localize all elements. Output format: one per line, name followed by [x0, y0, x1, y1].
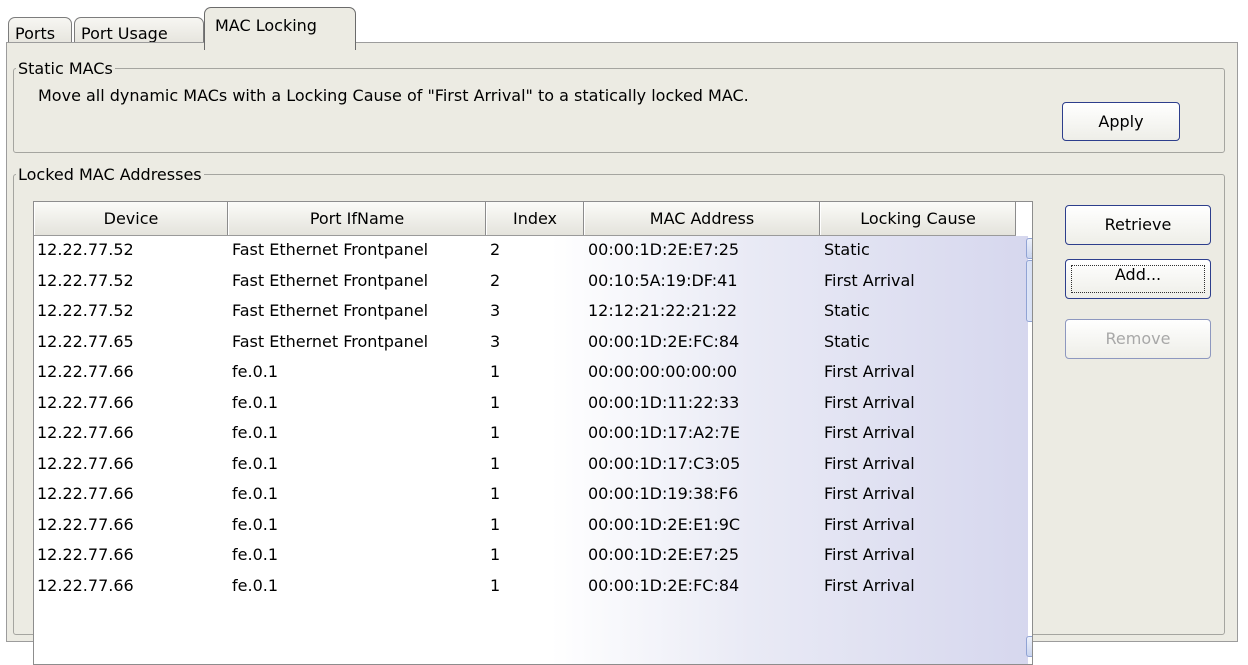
cell-device: 12.22.77.52 [37, 240, 134, 259]
tab-label: Port Usage [81, 24, 168, 43]
chevron-up-icon[interactable]: ▲ [1026, 238, 1032, 259]
cell-locking-cause: First Arrival [824, 484, 915, 503]
static-macs-legend: Static MACs [18, 59, 113, 78]
cell-mac-address: 00:00:1D:2E:E7:25 [588, 545, 740, 564]
cell-mac-address: 00:00:1D:2E:E1:9C [588, 514, 741, 534]
cell-port-ifname: fe.0.1 [232, 484, 279, 503]
cell-index: 3 [490, 301, 501, 320]
cell-port-ifname: Fast Ethernet Frontpanel [232, 301, 429, 320]
static-macs-description: Move all dynamic MACs with a Locking Cau… [38, 86, 749, 105]
cell-mac-address: 00:00:1D:17:C3:05 [588, 453, 741, 473]
cell-locking-cause: Static [824, 240, 870, 259]
cell-device: 12.22.77.66 [37, 514, 134, 534]
cell-device: 12.22.77.65 [37, 331, 134, 351]
cell-index: 3 [490, 331, 501, 351]
column-header-port-ifname[interactable]: Port IfName [228, 202, 486, 235]
cell-mac-address: 00:00:1D:2E:E7:25 [588, 240, 740, 259]
cell-mac-address: 00:10:5A:19:DF:41 [588, 270, 738, 290]
cell-port-ifname: fe.0.1 [232, 545, 279, 564]
table-row[interactable]: 12.22.77.52 Fast Ethernet Frontpanel 2 00:0… [34, 236, 1028, 267]
cell-mac-address: 00:00:1D:19:38:F6 [588, 484, 739, 503]
cell-index: 1 [490, 575, 501, 595]
cell-index: 1 [490, 362, 501, 381]
cell-port-ifname: fe.0.1 [232, 392, 279, 412]
cell-port-ifname: Fast Ethernet Frontpanel [232, 240, 429, 259]
retrieve-button[interactable]: Retrieve [1065, 205, 1211, 245]
chevron-down-icon[interactable]: ▼ [1026, 636, 1032, 657]
cell-port-ifname: fe.0.1 [232, 514, 279, 534]
apply-button[interactable]: Apply [1062, 102, 1180, 141]
cell-locking-cause: Static [824, 331, 870, 351]
table-row[interactable]: 12.22.77.52 Fast Ethernet Frontpanel 3 12:1… [34, 297, 1028, 328]
cell-device: 12.22.77.52 [37, 301, 134, 320]
cell-locking-cause: First Arrival [824, 453, 915, 473]
cell-index: 2 [490, 240, 501, 259]
static-macs-group: Static MACs Move all dynamic MACs with a… [13, 59, 1225, 153]
tab-label: Ports [15, 24, 56, 43]
table-row[interactable]: 12.22.77.65 Fast Ethernet Frontpanel 3 00:0… [34, 328, 1028, 359]
cell-mac-address: 00:00:1D:2E:FC:84 [588, 575, 740, 595]
cell-mac-address: 12:12:21:22:21:22 [588, 301, 738, 320]
cell-mac-address: 00:00:1D:17:A2:7E [588, 423, 740, 442]
table-row[interactable]: 12.22.77.52 Fast Ethernet Frontpanel 2 00:1… [34, 267, 1028, 298]
remove-button[interactable]: Remove [1065, 319, 1211, 359]
cell-index: 1 [490, 545, 501, 564]
cell-device: 12.22.77.66 [37, 484, 134, 503]
table-row[interactable]: 12.22.77.66 fe.0.1 1 00:00:1D:2E:E7:25 First… [34, 541, 1028, 572]
cell-device: 12.22.77.66 [37, 575, 134, 595]
cell-device: 12.22.77.66 [37, 453, 134, 473]
cell-index: 1 [490, 423, 501, 442]
tab-label: MAC Locking [215, 16, 317, 35]
cell-locking-cause: First Arrival [824, 545, 915, 564]
table-row[interactable]: 12.22.77.66 fe.0.1 1 00:00:1D:17:A2:7E First… [34, 419, 1028, 450]
cell-device: 12.22.77.66 [37, 545, 134, 564]
column-header-mac-address[interactable]: MAC Address [584, 202, 820, 235]
cell-index: 2 [490, 270, 501, 290]
cell-device: 12.22.77.52 [37, 270, 134, 290]
table-row[interactable]: 12.22.77.66 fe.0.1 1 00:00:1D:2E:E1:9C First… [34, 511, 1028, 542]
tab-mac-locking[interactable]: MAC Locking [204, 7, 356, 50]
column-header-device[interactable]: Device [34, 202, 228, 235]
table-row[interactable]: 12.22.77.66 fe.0.1 1 00:00:1D:17:C3:05 First… [34, 450, 1028, 481]
cell-port-ifname: fe.0.1 [232, 453, 279, 473]
cell-index: 1 [490, 453, 501, 473]
column-header-index[interactable]: Index [486, 202, 584, 235]
cell-mac-address: 00:00:1D:11:22:33 [588, 392, 740, 412]
table-row[interactable]: 12.22.77.66 fe.0.1 1 00:00:1D:2E:FC:84 First… [34, 572, 1028, 603]
locked-mac-table: Device Port IfName Index MAC Address Loc… [33, 201, 1033, 665]
cell-port-ifname: Fast Ethernet Frontpanel [232, 270, 429, 290]
cell-locking-cause: First Arrival [824, 514, 915, 534]
cell-port-ifname: fe.0.1 [232, 575, 279, 595]
column-header-locking-cause[interactable]: Locking Cause [820, 202, 1016, 235]
table-body: 12.22.77.52 Fast Ethernet Frontpanel 2 00:0… [34, 236, 1028, 664]
cell-device: 12.22.77.66 [37, 362, 134, 381]
cell-locking-cause: First Arrival [824, 362, 915, 381]
cell-port-ifname: fe.0.1 [232, 362, 279, 381]
cell-device: 12.22.77.66 [37, 423, 134, 442]
table-row[interactable]: 12.22.77.66 fe.0.1 1 00:00:00:00:00:00 First… [34, 358, 1028, 389]
cell-locking-cause: First Arrival [824, 575, 915, 595]
cell-device: 12.22.77.66 [37, 392, 134, 412]
focus-ring [1071, 265, 1205, 293]
cell-port-ifname: fe.0.1 [232, 423, 279, 442]
locked-mac-addresses-legend: Locked MAC Addresses [18, 165, 202, 184]
cell-index: 1 [490, 392, 501, 412]
cell-index: 1 [490, 484, 501, 503]
cell-index: 1 [490, 514, 501, 534]
mac-locking-panel: Static MACs Move all dynamic MACs with a… [6, 42, 1238, 665]
add-button[interactable]: Add... [1065, 259, 1211, 299]
cell-mac-address: 00:00:1D:2E:FC:84 [588, 331, 740, 351]
scrollbar-thumb[interactable] [1026, 260, 1032, 322]
table-row[interactable]: 12.22.77.66 fe.0.1 1 00:00:1D:19:38:F6 First… [34, 480, 1028, 511]
table-row[interactable]: 12.22.77.66 fe.0.1 1 00:00:1D:11:22:33 First… [34, 389, 1028, 420]
cell-locking-cause: First Arrival [824, 392, 915, 412]
cell-port-ifname: Fast Ethernet Frontpanel [232, 331, 429, 351]
cell-mac-address: 00:00:00:00:00:00 [588, 362, 738, 381]
cell-locking-cause: First Arrival [824, 270, 915, 290]
cell-locking-cause: Static [824, 301, 870, 320]
cell-locking-cause: First Arrival [824, 423, 915, 442]
table-header: Device Port IfName Index MAC Address Loc… [34, 202, 1016, 236]
vertical-scrollbar[interactable]: ▲ ▼ [1026, 236, 1032, 664]
